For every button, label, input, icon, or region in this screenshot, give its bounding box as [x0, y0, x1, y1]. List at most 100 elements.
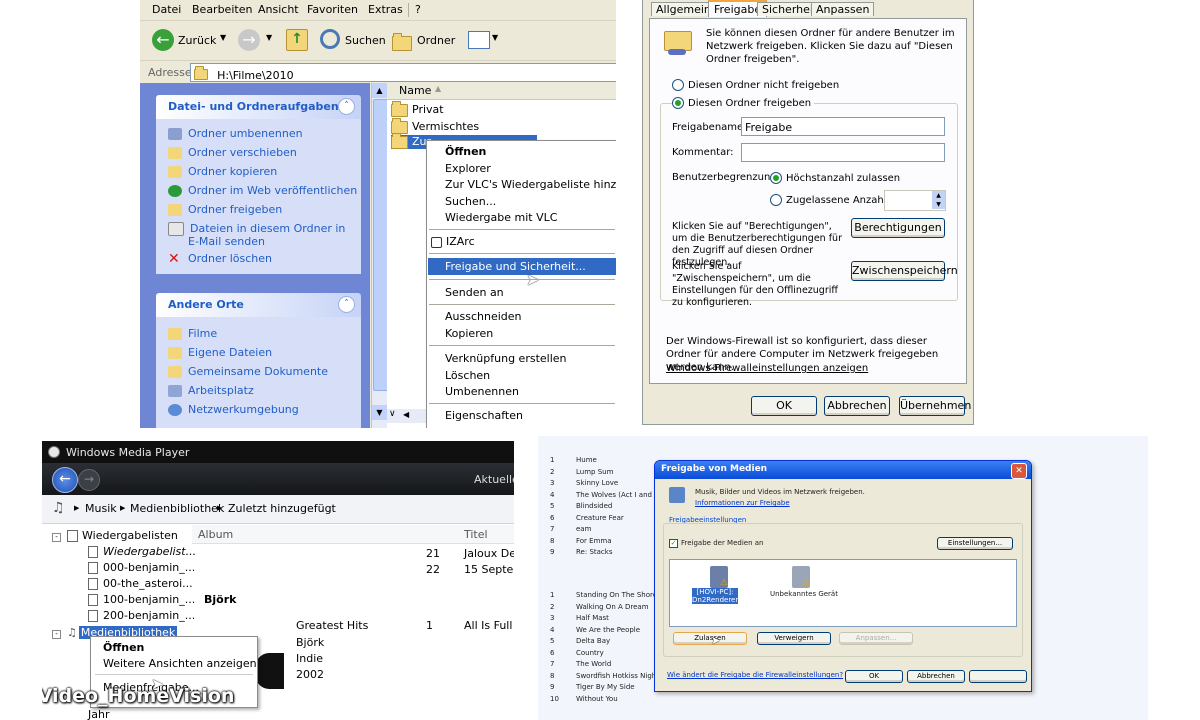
back-icon[interactable]: ←	[152, 29, 174, 51]
column-album[interactable]: Album	[198, 528, 233, 541]
menu-extras[interactable]: Extras	[368, 3, 403, 16]
cm-explorer[interactable]: Explorer	[445, 162, 491, 175]
breadcrumb-music[interactable]: Musik	[85, 502, 117, 515]
cancel-button[interactable]: Abbrechen	[907, 670, 965, 683]
menu-ansicht[interactable]: Ansicht	[258, 3, 299, 16]
task-email-line2[interactable]: E-Mail senden	[188, 235, 265, 248]
track-title[interactable]: eam	[576, 525, 591, 533]
customize-button[interactable]: Anpassen...	[839, 632, 913, 645]
comment-input[interactable]	[741, 143, 945, 162]
track-title[interactable]: Swordfish Hotkiss Night	[576, 672, 659, 680]
tree-playlist-item[interactable]: 200-benjamin_...	[88, 609, 195, 622]
search-icon[interactable]	[320, 29, 340, 49]
info-link[interactable]: Informationen zur Freigabe	[695, 499, 790, 507]
track-title[interactable]: Jaloux De	[464, 547, 514, 560]
back-icon[interactable]: ←	[52, 467, 78, 493]
scroll-thumb[interactable]	[373, 99, 388, 391]
track-title[interactable]: Without You	[576, 695, 618, 703]
breadcrumb-library[interactable]: Medienbibliothek	[130, 502, 224, 515]
task-move[interactable]: Ordner verschieben	[168, 146, 297, 159]
task-email[interactable]: Dateien in diesem Ordner in	[168, 222, 345, 236]
menu-datei[interactable]: Datei	[152, 3, 181, 16]
tab-anpassen[interactable]: Anpassen	[811, 2, 875, 16]
back-dropdown-icon[interactable]: ▼	[220, 33, 226, 42]
tree-year[interactable]: Jahr	[88, 708, 109, 720]
track-title[interactable]: Country	[576, 649, 604, 657]
track-title[interactable]: Skinny Love	[576, 479, 618, 487]
tree-playlist-item[interactable]: 100-benjamin_...	[88, 593, 195, 606]
scroll-up-arrow-icon[interactable]: ▲	[372, 83, 387, 98]
forward-icon[interactable]: →	[238, 29, 260, 51]
search-button-label[interactable]: Suchen	[345, 34, 386, 47]
track-title[interactable]: For Emma	[576, 537, 612, 545]
spin-down-icon[interactable]: ▼	[932, 200, 945, 209]
track-title[interactable]: All Is Full o	[464, 619, 514, 632]
task-rename[interactable]: Ordner umbenennen	[168, 127, 303, 140]
column-title[interactable]: Titel	[464, 528, 488, 541]
track-title[interactable]: The World	[576, 660, 611, 668]
ok-button[interactable]: OK	[845, 670, 903, 683]
wmp-cm-more-views[interactable]: Weitere Ansichten anzeigen	[103, 657, 257, 670]
place-gemeinsame-dokumente[interactable]: Gemeinsame Dokumente	[168, 365, 328, 378]
album-artist[interactable]: Björk	[296, 636, 324, 649]
collapse-icon[interactable]: ˄	[338, 98, 355, 115]
device-selected-label[interactable]: [HOVI-PC]: Dn2Renderer	[692, 588, 738, 604]
track-title[interactable]: Blindsided	[576, 502, 612, 510]
scroll-down-arrow-icon[interactable]: ▼	[372, 405, 387, 420]
track-title[interactable]: Hume	[576, 456, 597, 464]
cm-send-to[interactable]: Senden an	[445, 286, 504, 299]
deny-button[interactable]: Verweigern	[757, 632, 831, 645]
tab-now-playing[interactable]: Aktuelle	[474, 473, 514, 486]
back-button-label[interactable]: Zurück	[178, 34, 216, 47]
ok-button[interactable]: OK	[751, 396, 817, 416]
spin-up-icon[interactable]: ▲	[932, 191, 945, 200]
folders-icon[interactable]	[392, 33, 412, 51]
up-folder-icon[interactable]: ↑	[286, 29, 308, 51]
cm-izarc[interactable]: IZArc	[431, 235, 475, 248]
place-netzwerkumgebung[interactable]: Netzwerkumgebung	[168, 403, 299, 416]
address-input[interactable]: H:\Filme\2010	[190, 63, 616, 82]
track-title[interactable]: Creature Fear	[576, 514, 624, 522]
cm-copy[interactable]: Kopieren	[445, 327, 493, 340]
forward-dropdown-icon[interactable]: ▼	[266, 33, 272, 42]
cancel-button[interactable]: Abbrechen	[824, 396, 890, 416]
collapse-icon[interactable]: ˄	[338, 296, 355, 313]
settings-button[interactable]: Einstellungen...	[937, 537, 1013, 550]
folders-button-label[interactable]: Ordner	[417, 34, 455, 47]
place-arbeitsplatz[interactable]: Arbeitsplatz	[168, 384, 254, 397]
cm-delete[interactable]: Löschen	[445, 369, 490, 382]
scroll-left-arrow-icon[interactable]: ◀	[403, 410, 409, 419]
track-title[interactable]: Lump Sum	[576, 468, 613, 476]
views-icon[interactable]	[468, 31, 490, 49]
task-publish[interactable]: Ordner im Web veröffentlichen	[168, 184, 357, 197]
device-unknown-label[interactable]: Unbekanntes Gerät	[770, 590, 838, 598]
task-delete[interactable]: ✕ Ordner löschen	[168, 252, 272, 266]
cm-cut[interactable]: Ausschneiden	[445, 310, 522, 323]
forward-icon[interactable]: →	[78, 469, 100, 491]
cm-play-vlc[interactable]: Wiedergabe mit VLC	[445, 211, 557, 224]
cm-search[interactable]: Suchen...	[445, 195, 496, 208]
place-filme[interactable]: Filme	[168, 327, 217, 340]
close-icon[interactable]: ✕	[1011, 463, 1027, 479]
caching-button[interactable]: Zwischenspeichern	[851, 261, 958, 281]
column-header-name[interactable]: Name ▲	[387, 83, 616, 100]
track-title[interactable]: Tiger By My Side	[576, 683, 635, 691]
tasks-header[interactable]: Datei- und Ordneraufgaben ˄	[156, 95, 361, 119]
chevron-down-icon[interactable]: ∨	[389, 409, 396, 419]
cm-sharing-security[interactable]: Freigabe und Sicherheit...	[445, 260, 586, 273]
album-year[interactable]: 2002	[296, 668, 324, 681]
place-eigene-dateien[interactable]: Eigene Dateien	[168, 346, 272, 359]
file-row-privat[interactable]: Privat	[391, 100, 444, 117]
help-menu[interactable]: ?	[415, 3, 421, 16]
radio-max-users[interactable]: Höchstanzahl zulassen	[770, 172, 900, 184]
track-title[interactable]: Walking On A Dream	[576, 603, 649, 611]
tree-playlist-item[interactable]: 000-benjamin_...	[88, 561, 195, 574]
cm-open[interactable]: Öffnen	[445, 145, 486, 158]
apply-button[interactable]: Übernehmen	[899, 396, 971, 416]
permissions-button[interactable]: Berechtigungen	[851, 218, 945, 238]
apply-button[interactable]	[969, 670, 1027, 683]
track-title[interactable]: We Are the People	[576, 626, 640, 634]
views-dropdown-icon[interactable]: ▼	[492, 33, 498, 42]
cm-vlc-playlist[interactable]: Zur VLC's Wiedergabeliste hinzufüger	[445, 178, 616, 191]
menu-favoriten[interactable]: Favoriten	[307, 3, 358, 16]
